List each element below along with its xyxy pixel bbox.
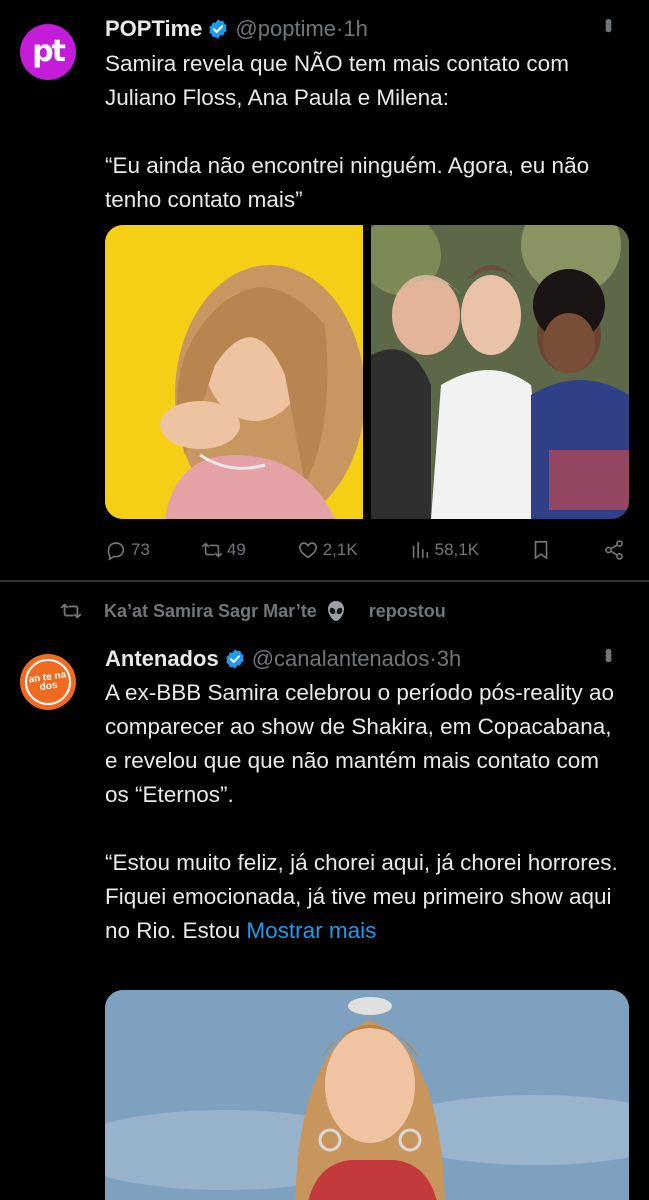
photo-juliano-ana-milena[interactable]: [371, 225, 629, 519]
like-icon: [298, 542, 317, 559]
views-icon: [412, 541, 428, 559]
repost-suffix: repostou: [368, 600, 446, 621]
share-button[interactable]: [603, 539, 625, 561]
avatar-logo-text: an te na dos: [27, 669, 67, 694]
like-button[interactable]: 2,1K: [297, 539, 358, 561]
tweet-header: POPTime @poptime · 1h: [105, 14, 368, 44]
reply-count: 73: [131, 540, 150, 559]
photo-samira-show-illustration: [105, 990, 629, 1200]
tweet-antenados[interactable]: Ka’at Samira Sagr Mar’te repostou an te …: [0, 582, 649, 1200]
author-handle[interactable]: @canalantenados: [252, 646, 430, 672]
verified-badge-icon: [225, 649, 244, 669]
media-grid[interactable]: [105, 225, 629, 519]
separator: ·: [429, 646, 437, 671]
photo-samira-show[interactable]: [105, 990, 629, 1200]
repost-context[interactable]: Ka’at Samira Sagr Mar’te repostou: [60, 600, 446, 622]
verified-badge-icon: [209, 19, 228, 39]
author-name[interactable]: Antenados: [105, 646, 219, 672]
tweet-poptime[interactable]: pt POPTime @poptime · 1h ••• Samira reve…: [0, 0, 649, 580]
avatar[interactable]: pt: [20, 24, 76, 80]
repost-count: 49: [226, 540, 246, 559]
tweet-actions: 73 49 2,1K 58,1K: [105, 534, 625, 566]
tweet-text: A ex-BBB Samira celebrou o período pós-r…: [105, 676, 625, 948]
like-count: 2,1K: [322, 540, 358, 559]
reply-button[interactable]: 73: [105, 539, 150, 561]
avatar-ring: an te na dos: [25, 659, 71, 705]
share-icon: [605, 540, 623, 560]
views-button[interactable]: 58,1K: [409, 539, 479, 561]
more-options-icon[interactable]: •••: [595, 648, 621, 659]
photo-samira[interactable]: [105, 225, 363, 519]
avatar[interactable]: an te na dos: [20, 654, 76, 710]
alien-emoji-icon: [327, 601, 344, 621]
more-options-icon[interactable]: •••: [595, 18, 621, 29]
avatar-logo-text: pt: [32, 33, 66, 69]
bookmark-icon: [534, 540, 548, 560]
tweet-header: Antenados @canalantenados · 3h: [105, 644, 461, 674]
separator: ·: [336, 16, 344, 41]
repost-icon: [201, 542, 222, 558]
tweet-text-body: A ex-BBB Samira celebrou o período pós-r…: [105, 680, 618, 943]
tweet-text: Samira revela que NÃO tem mais contato c…: [105, 51, 590, 212]
reposter-name[interactable]: Ka’at Samira Sagr Mar’te: [104, 601, 317, 622]
repost-button[interactable]: 49: [201, 539, 246, 561]
photo-group-illustration: [371, 225, 629, 519]
author-name[interactable]: POPTime: [105, 16, 202, 42]
views-count: 58,1K: [434, 540, 480, 559]
repost-icon: [60, 603, 82, 619]
reply-icon: [107, 542, 125, 561]
timestamp[interactable]: 3h: [437, 646, 461, 672]
show-more-link[interactable]: Mostrar mais: [246, 918, 376, 943]
photo-samira-illustration: [105, 225, 363, 519]
bookmark-button[interactable]: [530, 539, 552, 561]
author-handle[interactable]: @poptime: [235, 16, 336, 42]
timestamp[interactable]: 1h: [343, 16, 367, 42]
